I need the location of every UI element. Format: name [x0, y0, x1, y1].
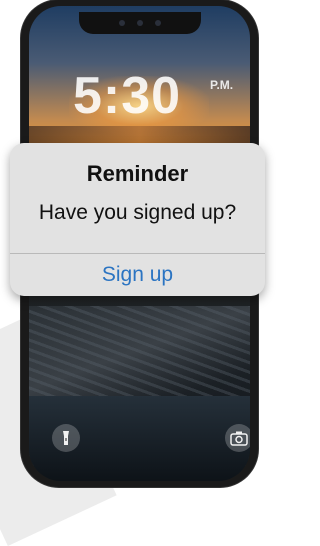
camera-button[interactable]	[225, 424, 250, 452]
camera-lens-dot	[136, 20, 143, 26]
lock-clock-period: P.M.	[210, 78, 234, 92]
sign-up-button[interactable]: Sign up	[10, 254, 265, 296]
lock-clock: 5:30	[73, 67, 182, 125]
sensor-dot	[154, 20, 161, 26]
camera-icon	[230, 431, 248, 446]
notch	[78, 12, 201, 34]
flashlight-icon	[63, 431, 69, 445]
speaker-dot	[118, 20, 125, 26]
alert-message: Have you signed up?	[38, 201, 237, 224]
alert-title: Reminder	[86, 161, 189, 186]
flashlight-button[interactable]	[52, 424, 80, 452]
reminder-alert: Reminder Have you signed up? Sign up	[10, 143, 265, 296]
